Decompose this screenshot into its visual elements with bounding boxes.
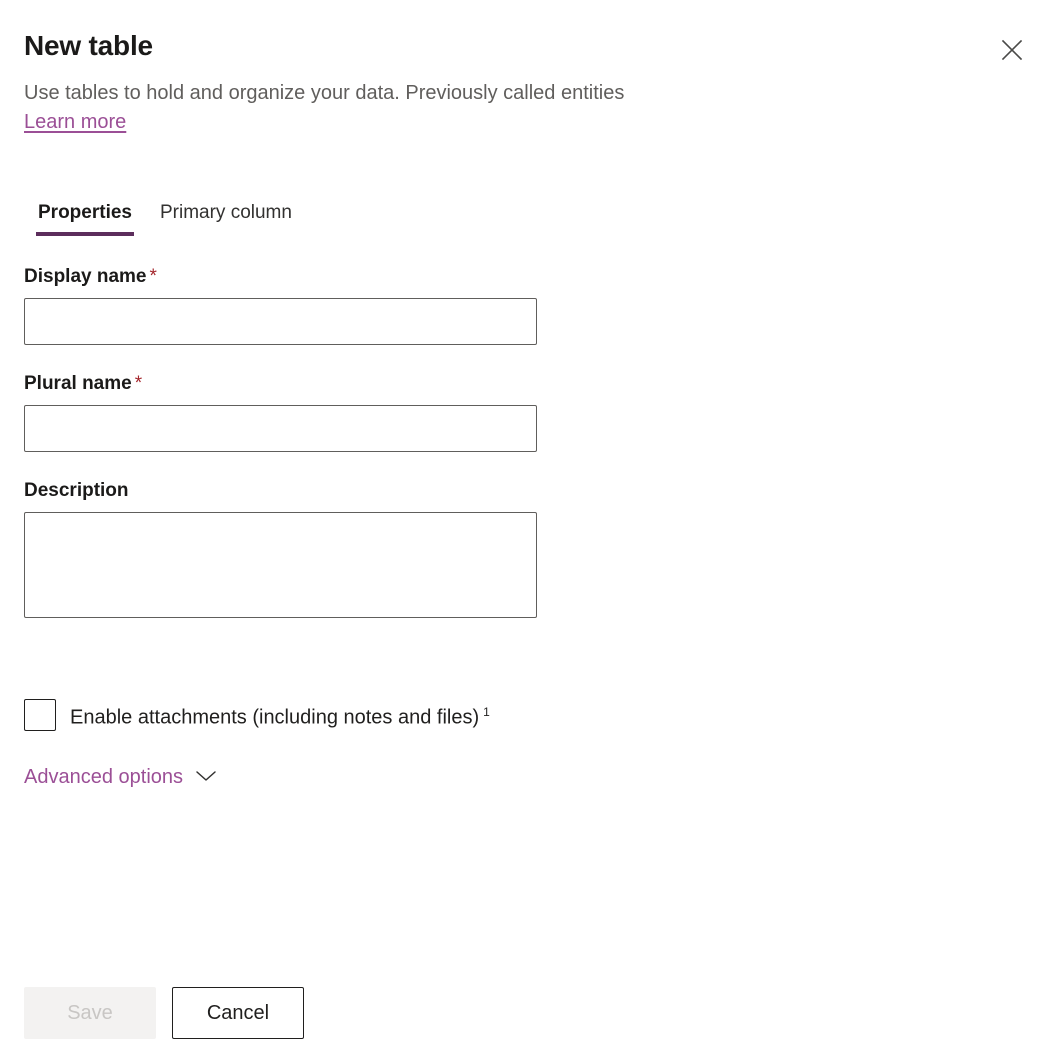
new-table-panel: New table Use tables to hold and organiz…	[0, 0, 1050, 1047]
tab-primary-column[interactable]: Primary column	[146, 196, 306, 236]
enable-attachments-label: Enable attachments (including notes and …	[70, 699, 490, 732]
field-description: Description	[24, 478, 537, 623]
plural-name-input[interactable]	[24, 405, 537, 452]
panel-subtitle: Use tables to hold and organize your dat…	[24, 80, 1026, 107]
display-name-label: Display name*	[24, 264, 537, 290]
enable-attachments-label-text: Enable attachments (including notes and …	[70, 707, 479, 729]
description-input[interactable]	[24, 512, 537, 618]
panel-footer: Save Cancel	[24, 987, 304, 1039]
tab-properties[interactable]: Properties	[24, 196, 146, 236]
save-button[interactable]: Save	[24, 987, 156, 1039]
learn-more-link[interactable]: Learn more	[24, 109, 126, 136]
field-display-name: Display name*	[24, 264, 537, 345]
cancel-button[interactable]: Cancel	[172, 987, 304, 1039]
panel-title-row: New table	[24, 28, 1026, 70]
page-title: New table	[24, 28, 153, 64]
field-plural-name: Plural name*	[24, 371, 537, 452]
chevron-down-icon	[195, 769, 217, 786]
close-icon	[999, 37, 1025, 63]
advanced-options-toggle[interactable]: Advanced options	[24, 764, 217, 791]
display-name-label-text: Display name	[24, 266, 147, 287]
required-asterisk: *	[135, 373, 142, 394]
description-label: Description	[24, 478, 537, 504]
advanced-options-label: Advanced options	[24, 764, 183, 791]
plural-name-label-text: Plural name	[24, 373, 132, 394]
required-asterisk: *	[150, 266, 157, 287]
tab-list: Properties Primary column	[24, 196, 306, 236]
footnote-marker: 1	[483, 705, 490, 719]
plural-name-label: Plural name*	[24, 371, 537, 397]
enable-attachments-checkbox[interactable]	[24, 699, 56, 731]
panel-header: New table Use tables to hold and organiz…	[0, 0, 1050, 136]
display-name-input[interactable]	[24, 298, 537, 345]
table-properties-form: Display name* Plural name* Description	[24, 264, 537, 649]
close-button[interactable]	[992, 30, 1032, 70]
enable-attachments-row[interactable]: Enable attachments (including notes and …	[24, 699, 490, 732]
